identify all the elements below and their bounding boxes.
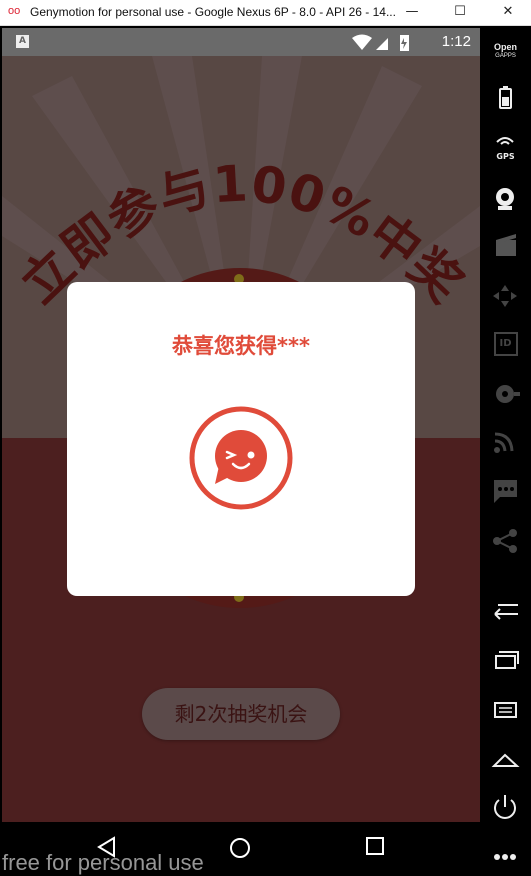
nav-home-icon[interactable]: [228, 836, 252, 860]
dpad-icon[interactable]: [480, 284, 531, 308]
wifi-icon: [352, 34, 372, 50]
share-icon[interactable]: [480, 528, 531, 554]
menu-icon[interactable]: [480, 700, 531, 720]
disk-io-icon[interactable]: [480, 382, 531, 406]
battery-icon[interactable]: [480, 86, 531, 110]
back-icon[interactable]: [480, 600, 531, 620]
status-bar: A 1:12: [2, 28, 480, 56]
wink-face-icon: [189, 406, 293, 510]
minimize-button[interactable]: —: [402, 3, 422, 21]
home-icon[interactable]: [480, 750, 531, 770]
genymotion-logo-icon: oo: [8, 5, 21, 17]
watermark-text: free for personal use: [2, 850, 204, 875]
status-icons: [352, 34, 409, 51]
remaining-chances-button[interactable]: 剩2次抽奖机会: [142, 688, 340, 740]
window-title: Genymotion for personal use - Google Nex…: [30, 5, 396, 19]
opengapps-button[interactable]: Open GAPPS: [480, 42, 531, 60]
maximize-button[interactable]: ☐: [450, 3, 470, 21]
signal-icon: [376, 38, 388, 50]
gps-icon[interactable]: GPS: [480, 134, 531, 161]
android-screen: A 1:12 立即参与100%中奖 剩2次抽奖机会 恭喜您获得***: [2, 28, 480, 822]
recent-apps-icon[interactable]: [480, 650, 531, 670]
power-icon[interactable]: [480, 794, 531, 820]
notification-icon: A: [16, 35, 29, 48]
nav-recents-icon[interactable]: [365, 836, 385, 856]
window-titlebar: oo Genymotion for personal use - Google …: [0, 0, 531, 26]
genymotion-side-panel: Open GAPPS GPS ID: [480, 26, 531, 876]
status-time: 1:12: [441, 33, 471, 50]
close-button[interactable]: ✕: [498, 3, 518, 21]
prize-dialog: 恭喜您获得***: [67, 282, 415, 596]
dialog-title: 恭喜您获得***: [172, 334, 310, 358]
network-icon[interactable]: [480, 430, 531, 454]
identifiers-icon[interactable]: ID: [480, 332, 531, 356]
more-icon[interactable]: [480, 850, 531, 864]
webcam-icon[interactable]: [480, 186, 531, 212]
video-capture-icon[interactable]: [480, 234, 531, 258]
sms-icon[interactable]: [480, 478, 531, 504]
